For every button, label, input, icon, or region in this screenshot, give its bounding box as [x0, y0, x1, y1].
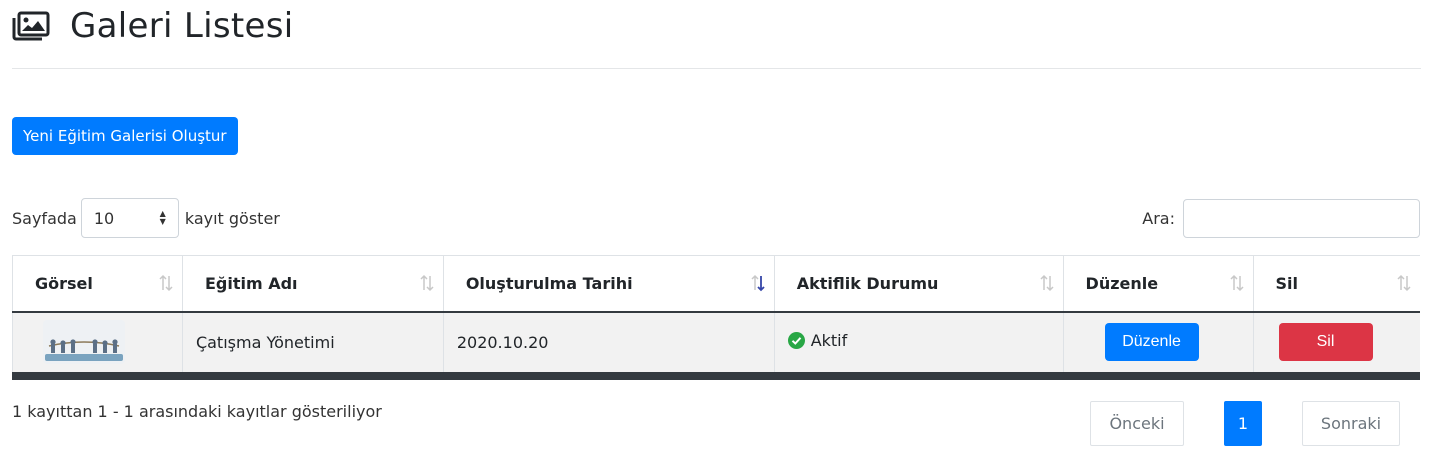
status-text: Aktif — [810, 331, 848, 350]
page-length-control: Sayfada 10 ▲ ▼ kayıt göster — [12, 198, 280, 238]
row-delete-cell: Sil — [1252, 311, 1420, 376]
gallery-icon — [12, 11, 50, 41]
page-length-value: 10 — [93, 208, 115, 228]
page-number-button[interactable]: 1 — [1224, 401, 1262, 446]
header-divider — [12, 68, 1421, 69]
page-length-prefix: Sayfada — [12, 208, 77, 228]
column-header-created-date[interactable]: Oluşturulma Tarihi — [442, 255, 775, 313]
column-header-edit[interactable]: Düzenle — [1062, 255, 1253, 313]
table-header-row: Görsel Eğitim Adı Oluşturulma Tarihi Akt… — [12, 255, 1420, 313]
sort-icon — [1040, 275, 1054, 292]
column-header-active-status[interactable]: Aktiflik Durumu — [773, 255, 1064, 313]
table-info: 1 kayıttan 1 - 1 arasındaki kayıtlar gös… — [12, 402, 382, 421]
gallery-table: Görsel Eğitim Adı Oluşturulma Tarihi Akt… — [12, 255, 1420, 380]
column-header-image[interactable]: Görsel — [12, 255, 183, 313]
page-length-select[interactable]: 10 ▲ ▼ — [80, 198, 179, 238]
sort-icon — [1229, 275, 1244, 292]
row-training-name: Çatışma Yönetimi — [181, 311, 444, 376]
select-arrows-icon: ▲ ▼ — [159, 209, 166, 226]
search-input[interactable] — [1183, 199, 1420, 238]
row-image-cell — [12, 311, 183, 376]
page-header: Galeri Listesi — [12, 6, 294, 46]
next-page-button[interactable]: Sonraki — [1302, 401, 1400, 446]
check-circle-icon — [787, 332, 805, 349]
row-edit-cell: Düzenle — [1062, 311, 1253, 376]
page-length-suffix: kayıt göster — [184, 208, 280, 228]
sort-icon — [159, 275, 173, 292]
status-badge: Aktif — [787, 331, 848, 350]
row-status-cell: Aktif — [773, 311, 1064, 376]
column-header-training-name[interactable]: Eğitim Adı — [181, 255, 444, 313]
page-title: Galeri Listesi — [70, 6, 294, 46]
previous-page-button[interactable]: Önceki — [1090, 401, 1184, 446]
edit-button[interactable]: Düzenle — [1104, 323, 1199, 361]
create-gallery-button[interactable]: Yeni Eğitim Galerisi Oluştur — [12, 117, 238, 155]
gallery-thumbnail[interactable] — [43, 320, 125, 364]
sort-icon — [1397, 275, 1411, 292]
sort-icon — [420, 275, 434, 292]
column-header-delete[interactable]: Sil — [1252, 255, 1420, 313]
search-control: Ara: — [1142, 199, 1420, 238]
row-created-date: 2020.10.20 — [442, 311, 775, 376]
table-row: Çatışma Yönetimi 2020.10.20 Aktif Düzenl… — [12, 311, 1420, 376]
search-label: Ara: — [1142, 209, 1175, 228]
delete-button[interactable]: Sil — [1278, 323, 1373, 361]
sort-desc-icon — [751, 275, 765, 292]
